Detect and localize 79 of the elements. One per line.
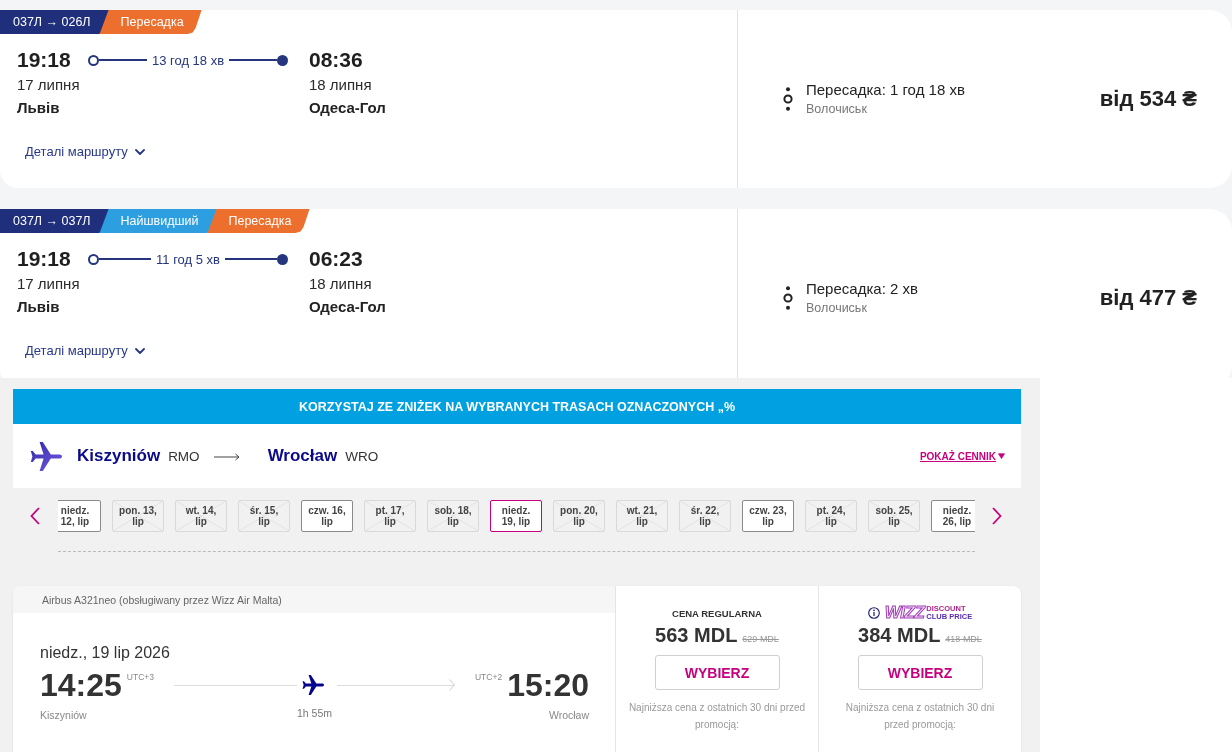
date-tab[interactable]: czw. 23, lip — [742, 500, 794, 532]
transfer-badge: Пересадка — [207, 209, 310, 233]
origin-code: RMO — [168, 448, 200, 464]
fastest-badge: Найшвидший — [99, 209, 217, 233]
chevron-down-icon — [134, 149, 145, 155]
departure-time: 14:25 — [40, 667, 122, 703]
chevron-right-icon — [992, 507, 1002, 525]
date-tab[interactable]: niedz. 12, lip — [58, 500, 101, 532]
promo-banner: KORZYSTAJ ZE ZNIŻEK NA WYBRANYCH TRASACH OZNACZONYCH „% — [13, 389, 1021, 424]
departure-time: 19:18 — [17, 246, 72, 272]
chevron-down-icon — [134, 348, 145, 354]
route-details-button[interactable]: Деталі маршруту — [25, 341, 145, 361]
departure-utc: UTC+3 — [126, 672, 154, 682]
fare-price: 384 MDL — [858, 623, 941, 647]
transfer-stop-icon — [782, 286, 794, 310]
duration-text: 1h 55m — [297, 707, 332, 719]
aircraft-info: Airbus A321neo (obsługiwany przez Wizz Air Malta) — [13, 586, 615, 613]
date-tab[interactable]: czw. 16, lip — [301, 500, 353, 532]
info-icon[interactable] — [867, 607, 880, 619]
fare-price: 563 MDL — [655, 623, 738, 647]
arrival-utc: UTC+2 — [475, 672, 503, 682]
departure-date: 17 липня — [17, 274, 81, 294]
arrival-station: Одеса-Гол — [308, 297, 386, 317]
chevron-left-icon — [30, 507, 40, 525]
select-button[interactable]: WYBIERZ — [857, 655, 983, 690]
transfer-text: Пересадка: 1 год 18 хв — [806, 80, 965, 100]
arrival-time: 08:36 — [308, 47, 364, 73]
arrival-time: 06:23 — [308, 246, 364, 272]
airplane-icon — [302, 675, 324, 695]
date-tab[interactable]: niedz. 19, lip — [490, 500, 542, 532]
departure-city: Kiszyniów — [40, 709, 87, 721]
departure-station: Львів — [17, 98, 61, 118]
duration-text: 13 год 18 хв — [151, 52, 225, 68]
departure-station: Львів — [17, 297, 61, 317]
route-details-button[interactable]: Деталі маршруту — [25, 142, 145, 162]
date-tab[interactable]: sob. 25, lip — [868, 500, 920, 532]
price-note: Najniższa cena z ostatnich 30 dni przed promocją: — [627, 701, 807, 732]
date-tab[interactable]: pt. 17, lip — [364, 500, 416, 532]
select-button[interactable]: WYBIERZ — [654, 655, 780, 690]
date-tab[interactable]: niedz. 26, lip — [931, 500, 975, 532]
arrow-right-icon — [213, 453, 240, 461]
caret-down-icon — [998, 453, 1005, 459]
arrival-city: Wrocław — [548, 709, 589, 721]
old-price: 629 MDL — [742, 634, 779, 644]
price-text: від 477 ₴ — [1099, 285, 1197, 311]
origin-city: Kiszyniów — [77, 446, 161, 466]
price-note: Najniższa cena z ostatnich 30 dni przed promocją: — [844, 701, 996, 732]
date-tab[interactable]: pt. 24, lip — [805, 500, 857, 532]
transfer-text: Пересадка: 2 хв — [806, 279, 918, 299]
date-tab[interactable]: pon. 20, lip — [553, 500, 605, 532]
date-tab[interactable]: pon. 13, lip — [112, 500, 164, 532]
arrival-date: 18 липня — [308, 75, 373, 95]
duration-text: 11 год 5 хв — [156, 251, 220, 267]
arrival-date: 18 липня — [308, 274, 373, 294]
flight-date: niedz., 19 lip 2026 — [40, 644, 170, 662]
transfer-station: Волочиськ — [806, 300, 868, 317]
destination-city: Wrocław — [267, 446, 338, 466]
departure-date: 17 липня — [17, 75, 81, 95]
date-tab[interactable]: wt. 21, lip — [616, 500, 668, 532]
arrow-icon — [337, 679, 455, 691]
train-numbers-badge: 037Л → 037Л — [0, 209, 109, 233]
fare-title: CENA REGULARNA — [672, 607, 762, 619]
transfer-badge: Пересадка — [99, 10, 202, 34]
transfer-station: Волочиськ — [806, 101, 868, 118]
date-tab[interactable]: śr. 22, lip — [679, 500, 731, 532]
arrival-time: 15:20 — [507, 667, 589, 703]
arrival-station: Одеса-Гол — [308, 98, 386, 118]
destination-code: WRO — [345, 448, 379, 464]
airplane-icon — [30, 441, 62, 471]
price-list-link[interactable]: POKAŻ CENNIK — [919, 450, 1005, 462]
train-numbers-badge: 037Л → 026Л — [0, 10, 109, 34]
price-text: від 534 ₴ — [1099, 86, 1197, 112]
old-price: 418 MDL — [945, 634, 982, 644]
transfer-stop-icon — [782, 87, 794, 111]
date-tab[interactable]: wt. 14, lip — [175, 500, 227, 532]
date-tab[interactable]: sob. 18, lip — [427, 500, 479, 532]
club-logo-wordmark: WIZZ — [884, 604, 925, 622]
departure-time: 19:18 — [17, 47, 72, 73]
date-tab[interactable]: śr. 15, lip — [238, 500, 290, 532]
